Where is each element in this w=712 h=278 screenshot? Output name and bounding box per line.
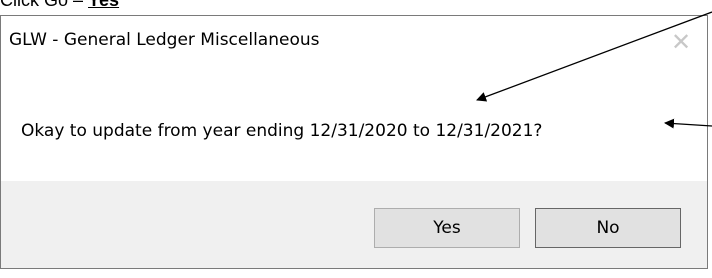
instruction-prefix: Click Go – [0,0,89,10]
yes-button[interactable]: Yes [374,208,520,248]
no-button[interactable]: No [535,208,681,248]
message-dialog: GLW - General Ledger Miscellaneous ✕ Oka… [0,15,708,269]
dialog-titlebar[interactable]: GLW - General Ledger Miscellaneous ✕ [1,16,707,70]
close-icon: ✕ [670,28,692,56]
dialog-button-bar: Yes No [1,181,707,268]
page: Click Go – Yes GLW - General Ledger Misc… [0,0,712,278]
instruction-underlined: Yes [88,0,120,10]
dialog-title: GLW - General Ledger Miscellaneous [9,30,320,50]
close-button[interactable]: ✕ [659,22,703,62]
dialog-message: Okay to update from year ending 12/31/20… [21,121,543,141]
instruction-text: Click Go – Yes [0,0,119,14]
